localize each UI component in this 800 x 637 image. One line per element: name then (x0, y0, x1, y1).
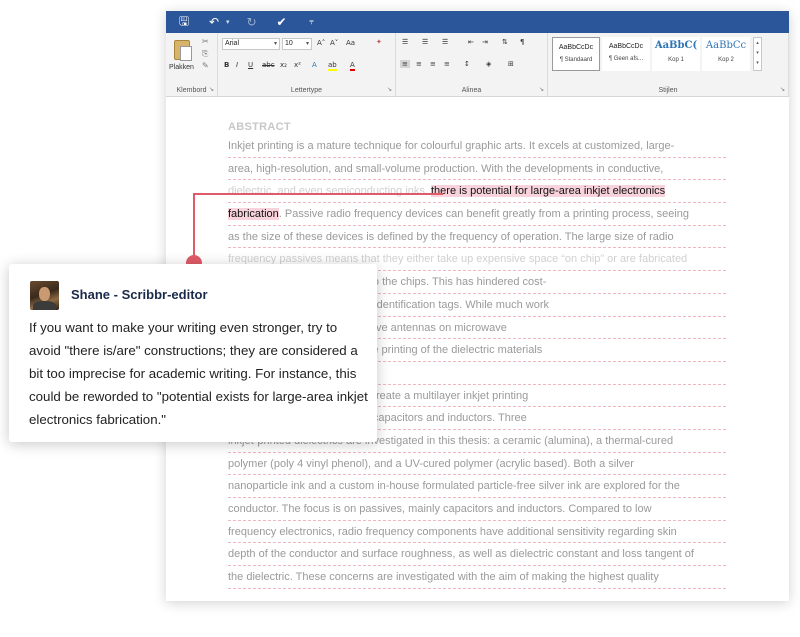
ribbon: Plakken ✂ ⎘ ✎ Klembord ↘ Arial ▾ 10 ▾ A˄… (166, 33, 789, 97)
abstract-heading: ABSTRACT (228, 121, 291, 133)
document-line: area, high-resolution, and small-volume … (228, 158, 726, 181)
chevron-down-icon: ▾ (305, 41, 309, 47)
style-standaard[interactable]: AaBbCcDc ¶ Standaard (552, 37, 600, 71)
document-line: polymer (poly 4 vinyl phenol), and a UV-… (228, 453, 726, 476)
paragraph-group-label: Alinea (461, 87, 482, 94)
document-line: the dielectric. These concerns are inves… (228, 566, 726, 589)
comment-card[interactable]: Shane - Scribbr-editor If you want to ma… (9, 264, 377, 442)
check-icon[interactable]: ✔ (274, 14, 290, 30)
line-text: . Passive radio frequency devices can be… (278, 208, 690, 221)
bold-button[interactable]: B (224, 61, 229, 69)
strikethrough-button[interactable]: abc (262, 61, 275, 69)
paste-icon[interactable] (172, 37, 194, 63)
document-line: frequency electronics, radio frequency c… (228, 521, 726, 544)
borders-icon[interactable]: ⊞ (508, 60, 514, 68)
style-name: ¶ Standaard (559, 57, 593, 63)
clear-formatting-icon[interactable]: ✦ (376, 38, 382, 46)
customize-icon[interactable]: ⫧ (304, 14, 320, 30)
undo-icon[interactable]: ↶ (206, 14, 222, 30)
increase-indent-icon[interactable]: ⇥ (482, 38, 488, 46)
highlighted-phrase[interactable]: there is potential for large-area inkjet… (431, 185, 666, 198)
style-sample: AaBbCc (705, 40, 747, 51)
style-kop-2[interactable]: AaBbCc Kop 2 (702, 37, 750, 71)
decrease-indent-icon[interactable]: ⇤ (468, 38, 474, 46)
superscript-button[interactable]: x² (294, 61, 301, 69)
dialog-launcher-icon[interactable]: ↘ (387, 86, 392, 93)
font-name-select[interactable]: Arial ▾ (222, 38, 280, 50)
text-effects-button[interactable]: A (312, 61, 317, 69)
font-size-select[interactable]: 10 ▾ (282, 38, 312, 50)
line-text: dielectric, and even semiconducting inks… (228, 185, 431, 198)
document-line: depth of the conductor and surface rough… (228, 543, 726, 567)
document-line: as the size of these devices is defined … (228, 226, 726, 249)
font-size-value: 10 (285, 40, 293, 47)
paragraph-group: ☰ ☰ ☰ ⇤ ⇥ ⇅ ¶ ≡ ≡ ≡ ≡ ↕ ◈ ⊞ Alinea ↘ (396, 33, 548, 96)
style-name: Kop 1 (668, 57, 684, 63)
bullets-icon[interactable]: ☰ (402, 38, 408, 46)
font-group-label: Lettertype (290, 87, 323, 94)
numbering-icon[interactable]: ☰ (422, 38, 428, 46)
cut-icon[interactable]: ✂ (202, 37, 209, 46)
style-name: ¶ Geen afs... (608, 56, 644, 62)
line-spacing-icon[interactable]: ↕ (464, 60, 470, 68)
undo-dropdown-icon[interactable]: ▾ (226, 18, 230, 26)
style-sample: AaBbCcDc (608, 43, 644, 50)
comment-body: If you want to make your writing even st… (29, 320, 368, 427)
clipboard-group: Plakken ✂ ⎘ ✎ Klembord ↘ (166, 33, 218, 96)
document-line: Inkjet printing is a mature technique fo… (228, 135, 726, 158)
redo-icon[interactable]: ↻ (244, 14, 260, 30)
highlight-button[interactable]: ab (328, 61, 337, 71)
format-painter-icon[interactable]: ✎ (202, 61, 209, 70)
comment-author: Shane - Scribbr-editor (71, 287, 208, 302)
align-left-icon[interactable]: ≡ (400, 60, 410, 68)
style-name: Kop 2 (718, 57, 734, 63)
document-line: dielectric, and even semiconducting inks… (228, 180, 726, 204)
underline-button[interactable]: U (248, 61, 253, 69)
multilevel-list-icon[interactable]: ☰ (442, 38, 448, 46)
paste-button[interactable]: Plakken (169, 64, 194, 71)
styles-more-button[interactable]: ▴ ▾ ▾ (753, 37, 762, 71)
document-line: nanoparticle ink and a custom in-house f… (228, 475, 726, 498)
font-name-value: Arial (225, 40, 240, 47)
styles-group-label: Stijlen (658, 87, 678, 94)
align-right-icon[interactable]: ≡ (430, 60, 436, 68)
style-geen-afstand[interactable]: AaBbCcDc ¶ Geen afs... (602, 37, 650, 71)
dialog-launcher-icon[interactable]: ↘ (209, 86, 214, 93)
comment-connector-line (193, 193, 195, 261)
shading-icon[interactable]: ◈ (486, 60, 491, 68)
change-case-button[interactable]: Aa (346, 39, 355, 47)
dialog-launcher-icon[interactable]: ↘ (780, 86, 785, 93)
document-line: fabrication. Passive radio frequency dev… (228, 203, 726, 226)
style-sample: AaBbCcDc (558, 44, 594, 51)
dialog-launcher-icon[interactable]: ↘ (539, 86, 544, 93)
comment-connector-line (193, 193, 443, 195)
avatar (30, 281, 59, 310)
subscript-button[interactable]: x₂ (280, 61, 287, 69)
show-formatting-icon[interactable]: ¶ (520, 38, 524, 46)
justify-icon[interactable]: ≡ (444, 60, 450, 68)
copy-icon[interactable]: ⎘ (202, 49, 208, 59)
styles-group: AaBbCcDc ¶ Standaard AaBbCcDc ¶ Geen afs… (548, 33, 789, 96)
quick-access-toolbar: 🖫 ↶ ▾ ↻ ✔ ⫧ (166, 11, 789, 33)
save-icon[interactable]: 🖫 (176, 14, 192, 30)
style-kop-1[interactable]: AaBbC( Kop 1 (652, 37, 700, 71)
italic-button[interactable]: I (236, 61, 238, 69)
grow-font-button[interactable]: A˄ (317, 39, 325, 47)
chevron-down-icon: ▾ (273, 41, 277, 47)
document-line: conductor. The focus is on passives, mai… (228, 498, 726, 521)
sort-icon[interactable]: ⇅ (502, 38, 508, 46)
highlighted-phrase[interactable]: fabrication (228, 208, 279, 221)
stage: 🖫 ↶ ▾ ↻ ✔ ⫧ Plakken ✂ ⎘ ✎ Klembord ↘ Ari… (0, 0, 800, 637)
style-sample: AaBbC( (654, 40, 698, 51)
shrink-font-button[interactable]: A˅ (330, 39, 338, 47)
align-center-icon[interactable]: ≡ (416, 60, 422, 68)
font-group: Arial ▾ 10 ▾ A˄ A˅ Aa ✦ B I U abc x₂ x² … (218, 33, 396, 96)
font-color-button[interactable]: A (350, 61, 355, 71)
